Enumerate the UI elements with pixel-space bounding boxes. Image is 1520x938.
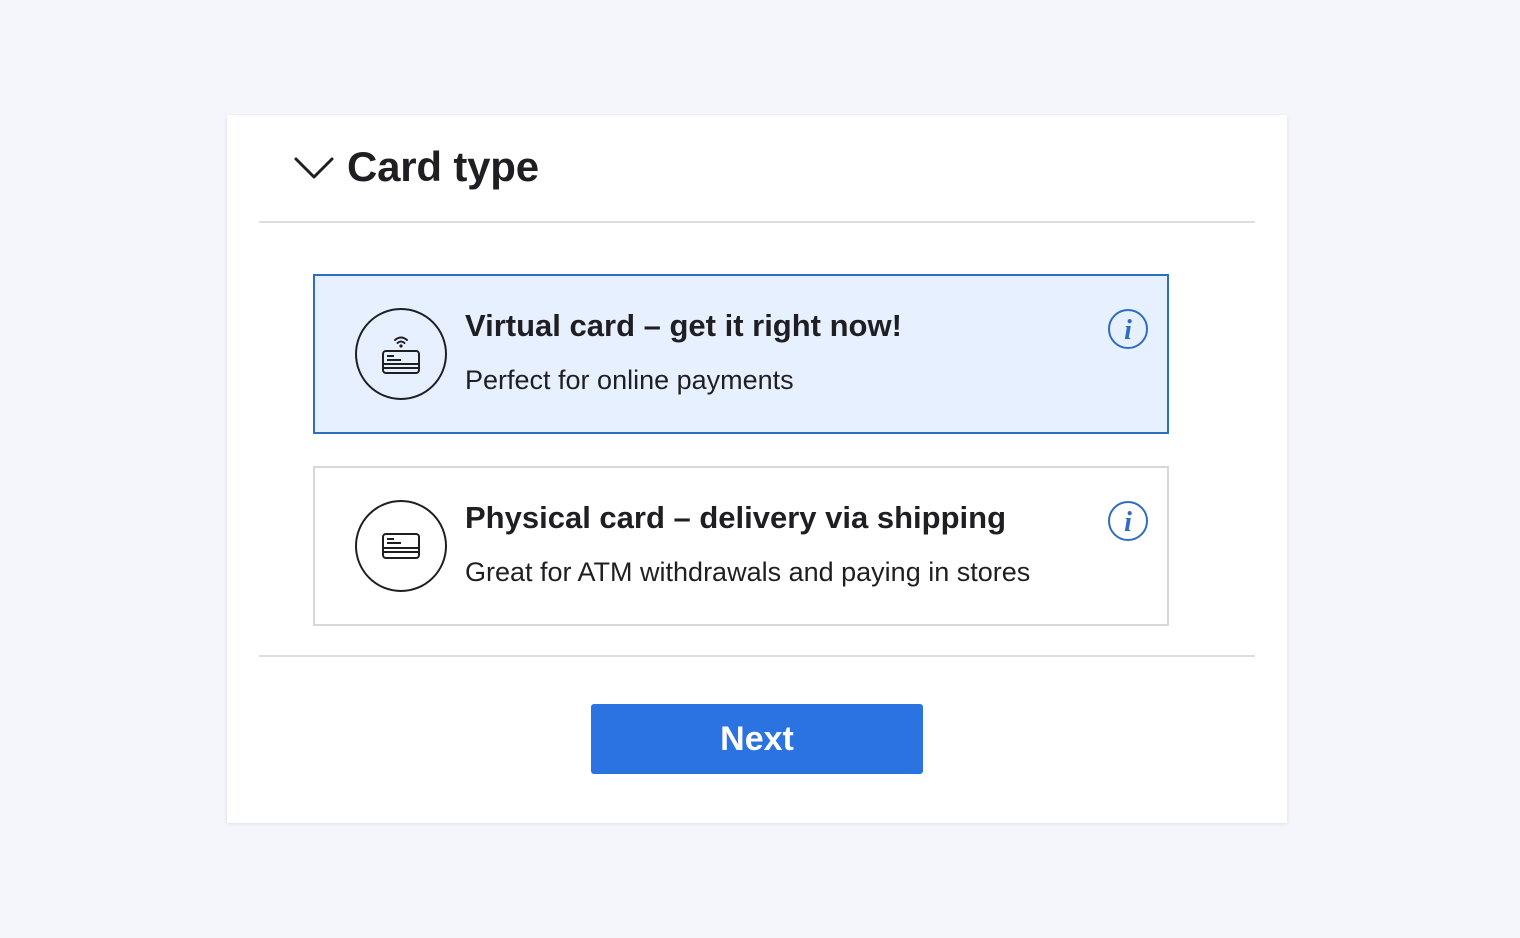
contactless-card-icon xyxy=(355,308,447,400)
option-physical-card[interactable]: Physical card – delivery via shipping Gr… xyxy=(313,466,1169,626)
info-icon[interactable]: i xyxy=(1107,500,1149,542)
next-button[interactable]: Next xyxy=(591,704,923,774)
option-title: Virtual card – get it right now! xyxy=(465,308,902,343)
section-title: Card type xyxy=(347,143,539,190)
svg-text:i: i xyxy=(1124,315,1132,346)
section-header[interactable]: Card type xyxy=(259,115,1255,223)
option-title: Physical card – delivery via shipping xyxy=(465,500,1007,535)
option-subtitle: Great for ATM withdrawals and paying in … xyxy=(465,557,1031,587)
chevron-down-icon[interactable] xyxy=(293,155,335,181)
info-icon[interactable]: i xyxy=(1107,308,1149,350)
option-virtual-card[interactable]: Virtual card – get it right now! Perfect… xyxy=(313,274,1169,434)
option-subtitle: Perfect for online payments xyxy=(465,365,794,395)
divider xyxy=(259,655,1255,657)
credit-card-icon xyxy=(355,500,447,592)
card-type-panel: Card type Virtual card – get it right no… xyxy=(227,115,1287,823)
svg-text:i: i xyxy=(1124,507,1132,538)
